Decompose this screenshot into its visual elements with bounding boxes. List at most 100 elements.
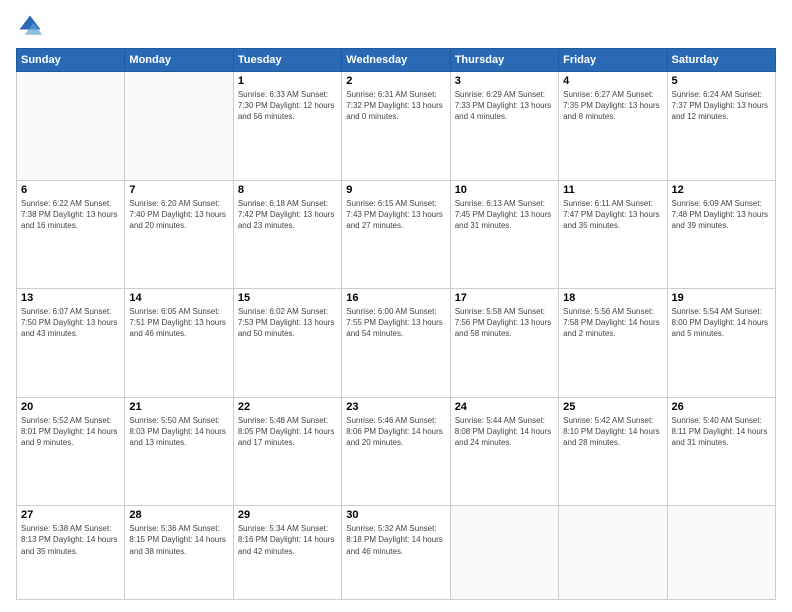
table-row: 18 Sunrise: 5:56 AM Sunset: 7:58 PM Dayli… <box>559 289 667 398</box>
table-row: 24 Sunrise: 5:44 AM Sunset: 8:08 PM Dayli… <box>450 397 558 506</box>
col-saturday: Saturday <box>667 49 775 72</box>
day-info: Sunrise: 5:40 AM Sunset: 8:11 PM Dayligh… <box>672 415 771 449</box>
col-thursday: Thursday <box>450 49 558 72</box>
day-number: 29 <box>238 509 337 521</box>
table-row <box>17 72 125 181</box>
day-info: Sunrise: 6:05 AM Sunset: 7:51 PM Dayligh… <box>129 306 228 340</box>
day-number: 2 <box>346 75 445 87</box>
day-number: 7 <box>129 184 228 196</box>
day-info: Sunrise: 6:00 AM Sunset: 7:55 PM Dayligh… <box>346 306 445 340</box>
day-number: 17 <box>455 292 554 304</box>
table-row: 23 Sunrise: 5:46 AM Sunset: 8:06 PM Dayli… <box>342 397 450 506</box>
day-number: 4 <box>563 75 662 87</box>
day-info: Sunrise: 6:27 AM Sunset: 7:35 PM Dayligh… <box>563 89 662 123</box>
day-info: Sunrise: 5:36 AM Sunset: 8:15 PM Dayligh… <box>129 523 228 557</box>
day-number: 23 <box>346 401 445 413</box>
day-info: Sunrise: 5:56 AM Sunset: 7:58 PM Dayligh… <box>563 306 662 340</box>
table-row: 11 Sunrise: 6:11 AM Sunset: 7:47 PM Dayli… <box>559 180 667 289</box>
day-info: Sunrise: 5:38 AM Sunset: 8:13 PM Dayligh… <box>21 523 120 557</box>
day-number: 18 <box>563 292 662 304</box>
day-number: 27 <box>21 509 120 521</box>
calendar-table: Sunday Monday Tuesday Wednesday Thursday… <box>16 48 776 600</box>
table-row: 16 Sunrise: 6:00 AM Sunset: 7:55 PM Dayli… <box>342 289 450 398</box>
day-number: 8 <box>238 184 337 196</box>
day-number: 22 <box>238 401 337 413</box>
day-info: Sunrise: 6:11 AM Sunset: 7:47 PM Dayligh… <box>563 198 662 232</box>
day-number: 14 <box>129 292 228 304</box>
table-row: 4 Sunrise: 6:27 AM Sunset: 7:35 PM Daylig… <box>559 72 667 181</box>
day-number: 3 <box>455 75 554 87</box>
col-sunday: Sunday <box>17 49 125 72</box>
day-number: 5 <box>672 75 771 87</box>
day-info: Sunrise: 5:50 AM Sunset: 8:03 PM Dayligh… <box>129 415 228 449</box>
table-row: 14 Sunrise: 6:05 AM Sunset: 7:51 PM Dayli… <box>125 289 233 398</box>
table-row: 5 Sunrise: 6:24 AM Sunset: 7:37 PM Daylig… <box>667 72 775 181</box>
table-row: 28 Sunrise: 5:36 AM Sunset: 8:15 PM Dayli… <box>125 506 233 600</box>
day-info: Sunrise: 5:42 AM Sunset: 8:10 PM Dayligh… <box>563 415 662 449</box>
col-tuesday: Tuesday <box>233 49 341 72</box>
day-info: Sunrise: 5:58 AM Sunset: 7:56 PM Dayligh… <box>455 306 554 340</box>
day-number: 19 <box>672 292 771 304</box>
day-number: 25 <box>563 401 662 413</box>
day-number: 13 <box>21 292 120 304</box>
day-info: Sunrise: 6:07 AM Sunset: 7:50 PM Dayligh… <box>21 306 120 340</box>
table-row: 30Sunrise: 5:32 AM Sunset: 8:18 PM Dayli… <box>342 506 450 600</box>
day-number: 1 <box>238 75 337 87</box>
day-info: Sunrise: 5:48 AM Sunset: 8:05 PM Dayligh… <box>238 415 337 449</box>
col-friday: Friday <box>559 49 667 72</box>
day-number: 16 <box>346 292 445 304</box>
table-row: 20 Sunrise: 5:52 AM Sunset: 8:01 PM Dayli… <box>17 397 125 506</box>
day-number: 26 <box>672 401 771 413</box>
table-row: 25 Sunrise: 5:42 AM Sunset: 8:10 PM Dayli… <box>559 397 667 506</box>
table-row: 2 Sunrise: 6:31 AM Sunset: 7:32 PM Daylig… <box>342 72 450 181</box>
day-info: Sunrise: 6:29 AM Sunset: 7:33 PM Dayligh… <box>455 89 554 123</box>
table-row <box>559 506 667 600</box>
table-row: 17 Sunrise: 5:58 AM Sunset: 7:56 PM Dayli… <box>450 289 558 398</box>
day-info: Sunrise: 6:33 AM Sunset: 7:30 PM Dayligh… <box>238 89 337 123</box>
day-info: Sunrise: 5:52 AM Sunset: 8:01 PM Dayligh… <box>21 415 120 449</box>
table-row: 29 Sunrise: 5:34 AM Sunset: 8:16 PM Dayli… <box>233 506 341 600</box>
day-info: Sunrise: 5:34 AM Sunset: 8:16 PM Dayligh… <box>238 523 337 557</box>
day-info: Sunrise: 6:15 AM Sunset: 7:43 PM Dayligh… <box>346 198 445 232</box>
day-info: Sunrise: 5:54 AM Sunset: 8:00 PM Dayligh… <box>672 306 771 340</box>
day-info: Sunrise: 6:09 AM Sunset: 7:48 PM Dayligh… <box>672 198 771 232</box>
day-number: 24 <box>455 401 554 413</box>
table-row: 21 Sunrise: 5:50 AM Sunset: 8:03 PM Dayli… <box>125 397 233 506</box>
table-row: 8 Sunrise: 6:18 AM Sunset: 7:42 PM Daylig… <box>233 180 341 289</box>
table-row: 9 Sunrise: 6:15 AM Sunset: 7:43 PM Daylig… <box>342 180 450 289</box>
day-number: 9 <box>346 184 445 196</box>
table-row: 7 Sunrise: 6:20 AM Sunset: 7:40 PM Daylig… <box>125 180 233 289</box>
table-row: 13 Sunrise: 6:07 AM Sunset: 7:50 PM Dayli… <box>17 289 125 398</box>
table-row: 6Sunrise: 6:22 AM Sunset: 7:38 PM Daylig… <box>17 180 125 289</box>
day-info: Sunrise: 5:44 AM Sunset: 8:08 PM Dayligh… <box>455 415 554 449</box>
day-number: 11 <box>563 184 662 196</box>
table-row: 10Sunrise: 6:13 AM Sunset: 7:45 PM Dayli… <box>450 180 558 289</box>
table-row: 27 Sunrise: 5:38 AM Sunset: 8:13 PM Dayli… <box>17 506 125 600</box>
day-number: 28 <box>129 509 228 521</box>
day-info: Sunrise: 6:13 AM Sunset: 7:45 PM Dayligh… <box>455 198 554 232</box>
day-info: Sunrise: 6:31 AM Sunset: 7:32 PM Dayligh… <box>346 89 445 123</box>
table-row <box>125 72 233 181</box>
day-info: Sunrise: 6:18 AM Sunset: 7:42 PM Dayligh… <box>238 198 337 232</box>
day-info: Sunrise: 6:02 AM Sunset: 7:53 PM Dayligh… <box>238 306 337 340</box>
table-row: 12 Sunrise: 6:09 AM Sunset: 7:48 PM Dayli… <box>667 180 775 289</box>
logo <box>16 12 48 40</box>
table-row: 15 Sunrise: 6:02 AM Sunset: 7:53 PM Dayli… <box>233 289 341 398</box>
table-row: 1 Sunrise: 6:33 AM Sunset: 7:30 PM Daylig… <box>233 72 341 181</box>
page: Sunday Monday Tuesday Wednesday Thursday… <box>0 0 792 612</box>
table-row <box>450 506 558 600</box>
day-info: Sunrise: 6:22 AM Sunset: 7:38 PM Dayligh… <box>21 198 120 232</box>
day-number: 15 <box>238 292 337 304</box>
header <box>16 12 776 40</box>
day-number: 12 <box>672 184 771 196</box>
day-number: 20 <box>21 401 120 413</box>
col-monday: Monday <box>125 49 233 72</box>
table-row: 19 Sunrise: 5:54 AM Sunset: 8:00 PM Dayli… <box>667 289 775 398</box>
day-info: Sunrise: 5:46 AM Sunset: 8:06 PM Dayligh… <box>346 415 445 449</box>
day-info: Sunrise: 6:24 AM Sunset: 7:37 PM Dayligh… <box>672 89 771 123</box>
day-info: Sunrise: 6:20 AM Sunset: 7:40 PM Dayligh… <box>129 198 228 232</box>
header-row: Sunday Monday Tuesday Wednesday Thursday… <box>17 49 776 72</box>
day-number: 30 <box>346 509 445 521</box>
day-number: 21 <box>129 401 228 413</box>
table-row: 22 Sunrise: 5:48 AM Sunset: 8:05 PM Dayli… <box>233 397 341 506</box>
